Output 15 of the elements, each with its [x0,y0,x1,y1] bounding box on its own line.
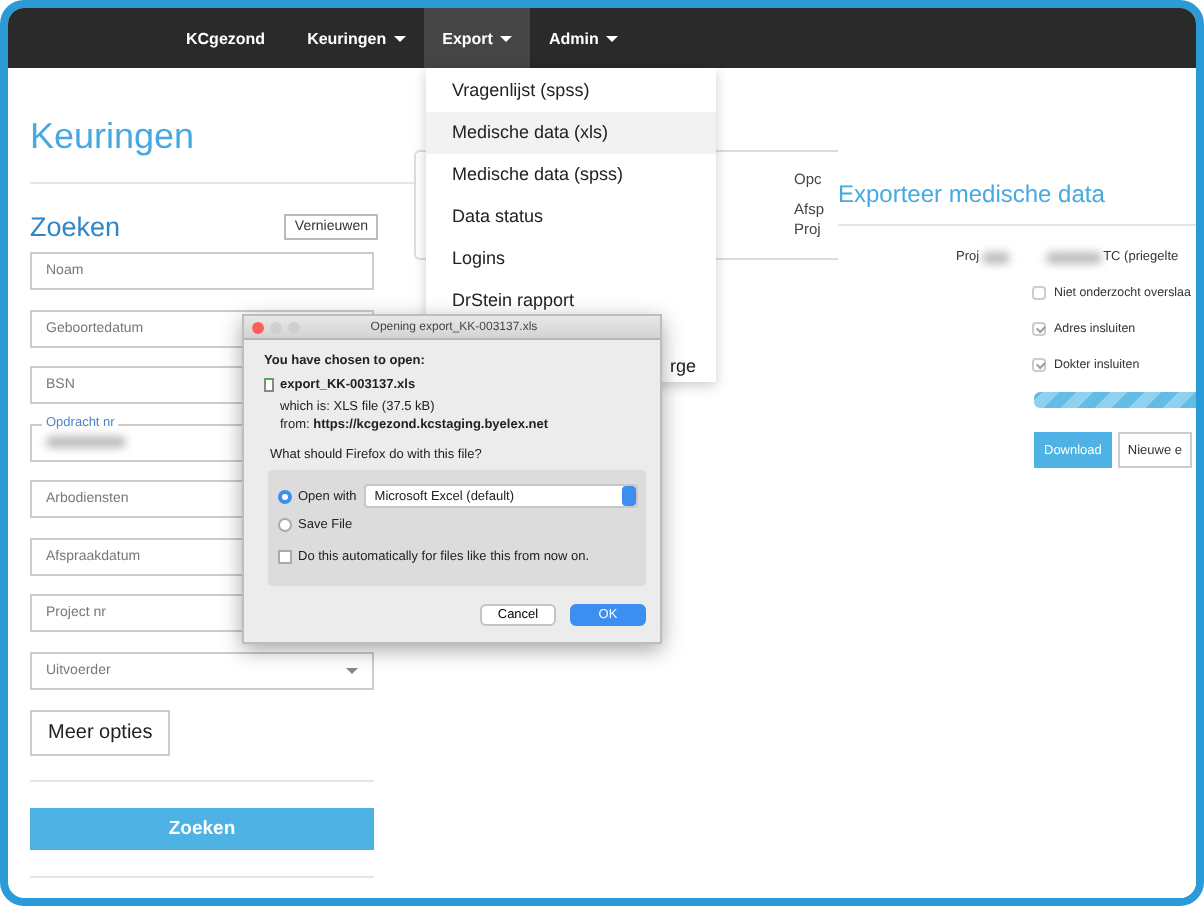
nav-menu-item[interactable]: Admin [530,8,637,68]
nav-menu-item[interactable]: Keuringen [289,8,425,68]
menu-item[interactable]: Medische data (spss) [426,154,716,196]
panel-title: Exporteer medische data [838,180,1107,208]
section-title: Zoeken [30,212,121,242]
more-options-button[interactable]: Meer opties [30,710,171,756]
brand-name[interactable]: KCgezond [186,8,266,68]
menu-item[interactable]: Vragenlijst (spss) [426,70,716,112]
nav-menu-item[interactable]: Export [424,8,531,68]
menu-item[interactable]: Logins [426,238,716,280]
menu-item[interactable]: Data status [426,196,716,238]
page-title: Keuringen [30,116,197,158]
menu-item[interactable]: DrStein rapport [426,280,716,322]
menu-item[interactable]: Medische data (xls) [426,112,716,154]
menu-item[interactable]: rge [669,346,716,388]
